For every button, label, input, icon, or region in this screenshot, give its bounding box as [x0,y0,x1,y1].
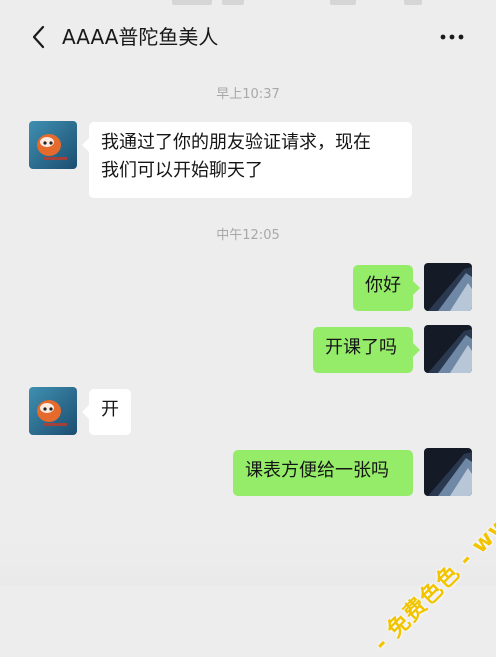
timestamp: 早上10:37 [216,87,280,102]
more-button[interactable] [436,26,466,48]
self-avatar[interactable] [424,448,472,496]
contact-avatar[interactable] [29,121,77,169]
self-avatar[interactable] [424,263,472,311]
message-bubble[interactable]: 开课了吗 [313,327,420,373]
status-bar-fragment [404,0,422,5]
message-bubble[interactable]: 我通过了你的朋友验证请求，现在 我们可以开始聊天了 [82,122,412,198]
message-text: 课表方便给一张吗 [245,460,389,481]
chevron-left-icon [32,25,45,49]
self-avatar[interactable] [424,325,472,373]
message-line: 我们可以开始聊天了 [101,160,263,181]
message-text: 你好 [365,275,401,296]
contact-avatar[interactable] [29,387,77,435]
message-bubble[interactable]: 你好 [353,265,420,311]
status-bar [0,0,496,14]
status-bar-fragment [330,0,356,5]
message-text: 开 [101,399,119,420]
message-text: 开课了吗 [325,337,397,358]
site-watermark: - 免费色色 - www.MFsese.com [369,375,496,657]
status-bar-fragment [222,0,244,5]
back-button[interactable] [28,24,52,50]
chat-title: AAAA普陀鱼美人 [62,25,219,49]
message-bubble[interactable]: 开 [82,389,131,435]
timestamp: 中午12:05 [216,228,280,243]
message-line: 我通过了你的朋友验证请求，现在 [101,132,371,153]
message-bubble[interactable]: 课表方便给一张吗 [233,450,413,496]
chat-header: AAAA普陀鱼美人 [0,14,496,60]
status-bar-fragment [172,0,212,5]
more-dots-icon [440,34,464,40]
